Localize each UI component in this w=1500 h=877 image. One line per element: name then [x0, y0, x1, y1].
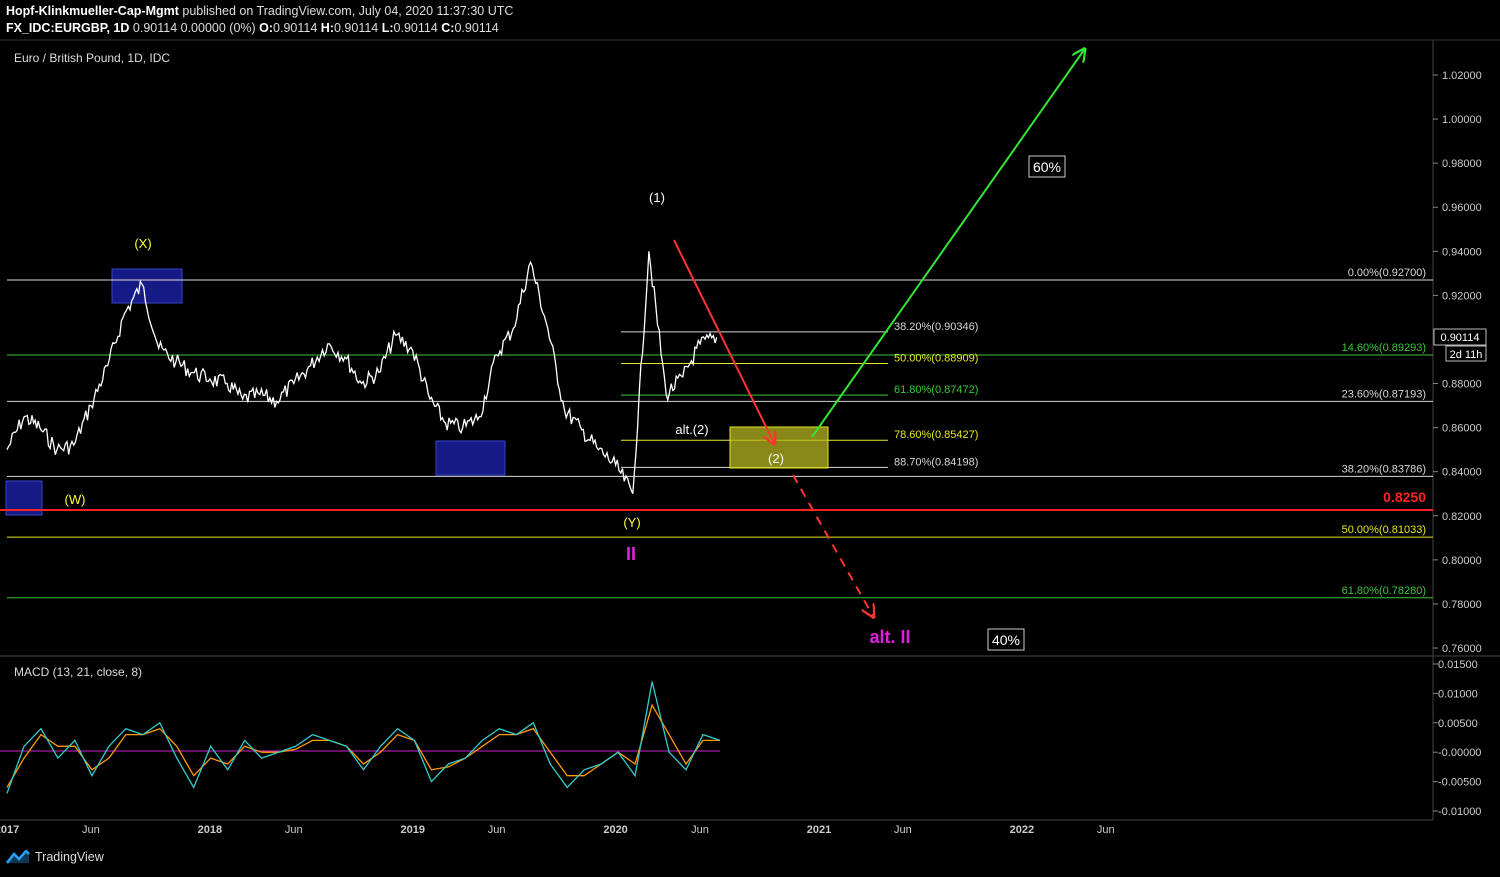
price-tick-label: 0.76000 — [1442, 643, 1482, 655]
time-tick-label: 2021 — [807, 824, 831, 836]
time-axis-ticks: 2017 Jun 2018 Jun 2019 Jun 2020 Jun 2021 Jun 2022 J… — [0, 824, 1115, 836]
wave-label-2: (2) — [768, 451, 784, 466]
chart-svg[interactable]: Euro / British Pound, 1D, IDC MACD (13, … — [0, 0, 1500, 877]
time-tick-label: 2018 — [198, 824, 222, 836]
macd-signal-line — [6, 703, 720, 788]
consolidation-box-x — [111, 268, 183, 304]
price-axis-ticks: 1.02000 1.00000 0.98000 0.96000 0.94000 0.920… — [1433, 70, 1482, 655]
fib-levels-long: 0.00%(0.92700) 14.60%(0.89293) 23.60%(0.87… — [7, 267, 1433, 599]
time-tick-label: Jun — [82, 824, 100, 836]
wave-label-y: (Y) — [623, 515, 640, 530]
fib-level-label: 23.60%(0.87193) — [1342, 388, 1426, 400]
time-tick-label: 2019 — [400, 824, 424, 836]
short-fib-label: 78.60%(0.85427) — [894, 429, 978, 441]
price-tick-label: 0.82000 — [1442, 511, 1482, 523]
price-tick-label: 0.94000 — [1442, 246, 1482, 258]
countdown-value: 2d 11h — [1450, 349, 1483, 361]
price-tick-label: 1.00000 — [1442, 114, 1482, 126]
fib-level-label: 0.00%(0.92700) — [1348, 267, 1426, 279]
price-tick-label: 0.80000 — [1442, 555, 1482, 567]
time-tick-label: Jun — [285, 824, 303, 836]
short-fib-label: 50.00%(0.88909) — [894, 353, 978, 365]
price-tick-label: 0.92000 — [1442, 290, 1482, 302]
short-fib-label: 38.20%(0.90346) — [894, 321, 978, 333]
fib-level-label: 61.80%(0.78280) — [1342, 585, 1426, 597]
macd-axis-ticks: 0.01500 0.01000 0.00500 -0.00000 -0.00500 -0.… — [1433, 659, 1481, 818]
last-price-value: 0.90114 — [1441, 332, 1480, 344]
macd-main-line — [6, 681, 721, 794]
fib-level-label: 50.00%(0.81033) — [1342, 524, 1426, 536]
price-tick-label: 0.98000 — [1442, 158, 1482, 170]
price-tick-label: 0.96000 — [1442, 202, 1482, 214]
macd-title: MACD (13, 21, close, 8) — [14, 665, 142, 679]
wave-label-w: (W) — [65, 492, 86, 507]
scenario-40-label: 40% — [992, 632, 1020, 648]
macd-tick-label: -0.00500 — [1438, 777, 1481, 789]
chart-title: Euro / British Pound, 1D, IDC — [14, 51, 170, 65]
macd-tick-label: 0.00500 — [1438, 718, 1478, 730]
time-tick-label: 2020 — [603, 824, 627, 836]
time-tick-label: 2022 — [1010, 824, 1034, 836]
wave-label-alt-ii: alt. II — [869, 627, 910, 647]
price-tick-label: 0.84000 — [1442, 467, 1482, 479]
tradingview-logo[interactable]: TradingView — [6, 850, 104, 864]
macd-tick-label: -0.01000 — [1438, 806, 1481, 818]
fib-level-label: 38.20%(0.83786) — [1342, 463, 1426, 475]
wave-label-x: (X) — [134, 236, 151, 251]
price-tick-label: 0.78000 — [1442, 599, 1482, 611]
short-fib-label: 88.70%(0.84198) — [894, 456, 978, 468]
macd-tick-label: 0.01500 — [1438, 659, 1478, 671]
brand-label: TradingView — [35, 850, 104, 864]
alt-bearish-arrow — [792, 474, 873, 616]
macd-tick-label: 0.01000 — [1438, 688, 1478, 700]
support-label: 0.8250 — [1383, 489, 1426, 505]
time-tick-label: Jun — [691, 824, 709, 836]
price-tick-label: 1.02000 — [1442, 70, 1482, 82]
price-tick-label: 0.86000 — [1442, 423, 1482, 435]
scenario-60-label: 60% — [1033, 159, 1061, 175]
wave-label-ii: II — [626, 544, 636, 564]
tradingview-icon — [6, 850, 30, 864]
consolidation-box-2019 — [435, 440, 506, 476]
wave-label-alt-2: alt.(2) — [675, 422, 708, 437]
time-tick-label: Jun — [1097, 824, 1115, 836]
time-tick-label: Jun — [488, 824, 506, 836]
fib-level-label: 14.60%(0.89293) — [1342, 342, 1426, 354]
bearish-arrow — [673, 239, 774, 443]
macd-tick-label: -0.00000 — [1438, 747, 1481, 759]
price-tick-label: 0.88000 — [1442, 379, 1482, 391]
time-tick-label: Jun — [894, 824, 912, 836]
time-tick-label: 2017 — [0, 824, 19, 836]
bullish-arrow — [811, 50, 1084, 438]
short-fib-label: 61.80%(0.87472) — [894, 384, 978, 396]
wave-label-1: (1) — [649, 190, 665, 205]
